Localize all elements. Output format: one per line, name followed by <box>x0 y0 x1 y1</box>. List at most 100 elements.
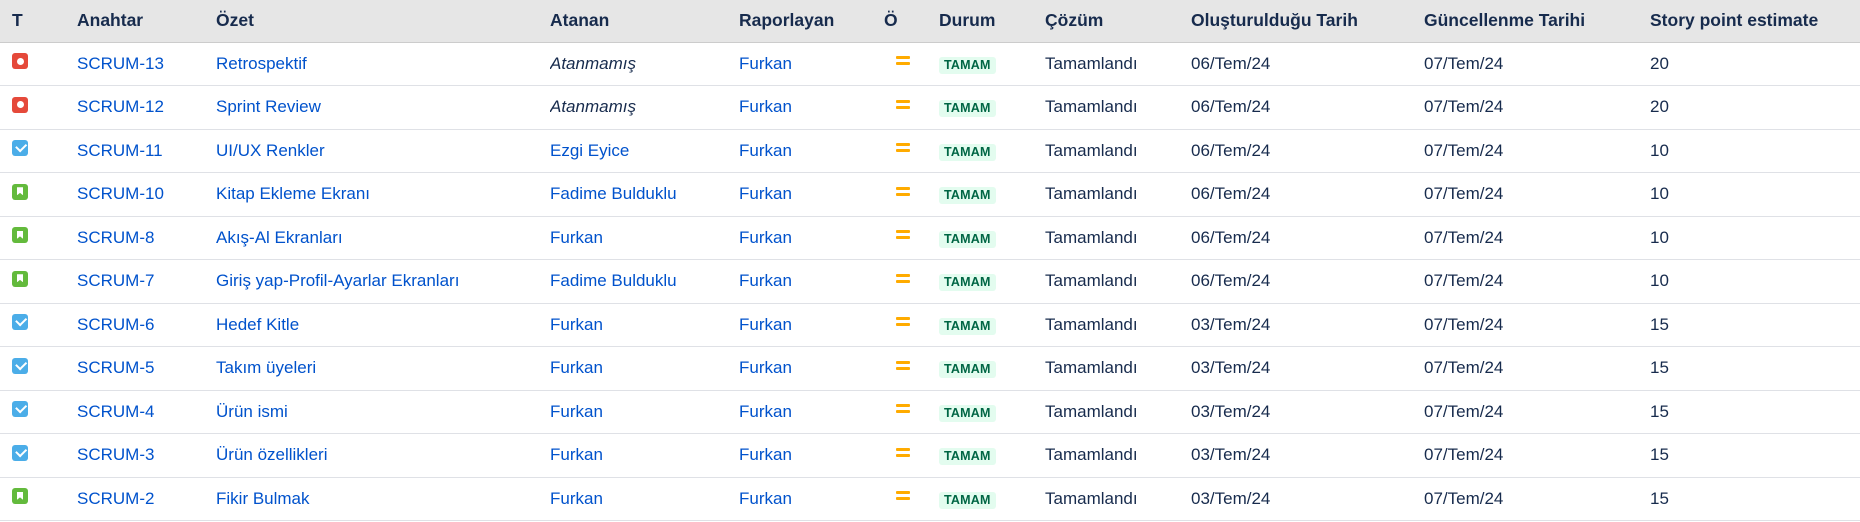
table-row[interactable]: SCRUM-6 Hedef Kitle Furkan Furkan TAMAM … <box>0 303 1860 347</box>
issue-key-link[interactable]: SCRUM-13 <box>77 54 164 73</box>
updated-cell: 07/Tem/24 <box>1424 42 1650 86</box>
assignee-value[interactable]: Ezgi Eyice <box>550 141 629 160</box>
column-header-priority[interactable]: Ö <box>884 0 939 43</box>
column-header-type[interactable]: T <box>0 0 77 43</box>
assignee-value[interactable]: Fadime Bulduklu <box>550 271 677 290</box>
priority-medium-icon <box>896 273 910 284</box>
issue-summary-link[interactable]: UI/UX Renkler <box>216 141 325 160</box>
column-header-status[interactable]: Durum <box>939 0 1045 43</box>
assignee-value[interactable]: Furkan <box>550 228 603 247</box>
bug-icon[interactable] <box>12 96 28 113</box>
issue-key-link[interactable]: SCRUM-4 <box>77 402 154 421</box>
reporter-link[interactable]: Furkan <box>739 315 792 334</box>
assignee-value[interactable]: Fadime Bulduklu <box>550 184 677 203</box>
issue-key-link[interactable]: SCRUM-6 <box>77 315 154 334</box>
table-row[interactable]: SCRUM-11 UI/UX Renkler Ezgi Eyice Furkan… <box>0 129 1860 173</box>
reporter-link[interactable]: Furkan <box>739 402 792 421</box>
status-cell: TAMAM <box>939 216 1045 260</box>
issue-key-link[interactable]: SCRUM-2 <box>77 489 154 508</box>
column-header-reporter[interactable]: Raporlayan <box>739 0 884 43</box>
reporter-link[interactable]: Furkan <box>739 358 792 377</box>
table-row[interactable]: SCRUM-2 Fikir Bulmak Furkan Furkan TAMAM… <box>0 477 1860 521</box>
story-icon[interactable] <box>12 270 28 287</box>
reporter-link[interactable]: Furkan <box>739 228 792 247</box>
table-row[interactable]: SCRUM-5 Takım üyeleri Furkan Furkan TAMA… <box>0 346 1860 391</box>
issue-key-link[interactable]: SCRUM-3 <box>77 445 154 464</box>
reporter-link[interactable]: Furkan <box>739 141 792 160</box>
table-row[interactable]: SCRUM-8 Akış-Al Ekranları Furkan Furkan … <box>0 216 1860 260</box>
story-icon[interactable] <box>12 183 28 200</box>
column-header-assignee[interactable]: Atanan <box>550 0 739 43</box>
issue-summary-link[interactable]: Giriş yap-Profil-Ayarlar Ekranları <box>216 271 459 290</box>
assignee-value[interactable]: Furkan <box>550 445 603 464</box>
bug-icon[interactable] <box>12 53 28 70</box>
issue-summary-link[interactable]: Hedef Kitle <box>216 315 299 334</box>
key-cell: SCRUM-5 <box>77 346 216 391</box>
priority-medium-icon <box>896 99 910 110</box>
issue-summary-link[interactable]: Akış-Al Ekranları <box>216 228 343 247</box>
task-icon[interactable] <box>12 357 28 374</box>
reporter-cell: Furkan <box>739 129 884 173</box>
reporter-link[interactable]: Furkan <box>739 489 792 508</box>
task-icon[interactable] <box>12 401 28 418</box>
created-date: 03/Tem/24 <box>1191 314 1271 334</box>
table-row[interactable]: SCRUM-7 Giriş yap-Profil-Ayarlar Ekranla… <box>0 259 1860 304</box>
assignee-value[interactable]: Furkan <box>550 489 603 508</box>
table-row[interactable]: SCRUM-10 Kitap Ekleme Ekranı Fadime Buld… <box>0 172 1860 217</box>
priority-cell <box>884 477 939 521</box>
summary-cell: UI/UX Renkler <box>216 129 550 173</box>
updated-date: 07/Tem/24 <box>1424 53 1504 73</box>
reporter-link[interactable]: Furkan <box>739 97 792 116</box>
reporter-link[interactable]: Furkan <box>739 184 792 203</box>
issue-key-link[interactable]: SCRUM-10 <box>77 184 164 203</box>
assignee-value[interactable]: Atanmamış <box>550 54 636 73</box>
priority-medium-icon <box>896 360 910 371</box>
column-header-updated[interactable]: Güncellenme Tarihi <box>1424 0 1650 43</box>
status-badge: TAMAM <box>939 187 996 205</box>
reporter-link[interactable]: Furkan <box>739 54 792 73</box>
task-icon[interactable] <box>12 314 28 331</box>
column-header-story-points[interactable]: Story point estimate <box>1650 0 1860 43</box>
table-row[interactable]: SCRUM-3 Ürün özellikleri Furkan Furkan T… <box>0 433 1860 478</box>
story-points-value: 15 <box>1650 401 1669 421</box>
issue-key-link[interactable]: SCRUM-8 <box>77 228 154 247</box>
assignee-value[interactable]: Atanmamış <box>550 97 636 116</box>
issue-summary-link[interactable]: Ürün özellikleri <box>216 445 327 464</box>
created-date: 03/Tem/24 <box>1191 488 1271 508</box>
reporter-link[interactable]: Furkan <box>739 271 792 290</box>
assignee-value[interactable]: Furkan <box>550 315 603 334</box>
issue-key-link[interactable]: SCRUM-7 <box>77 271 154 290</box>
issue-summary-link[interactable]: Retrospektif <box>216 54 307 73</box>
issue-summary-link[interactable]: Sprint Review <box>216 97 321 116</box>
issue-summary-link[interactable]: Kitap Ekleme Ekranı <box>216 184 370 203</box>
issue-key-link[interactable]: SCRUM-11 <box>77 141 163 160</box>
table-row[interactable]: SCRUM-12 Sprint Review Atanmamış Furkan … <box>0 85 1860 130</box>
table-row[interactable]: SCRUM-13 Retrospektif Atanmamış Furkan T… <box>0 42 1860 86</box>
issue-key-link[interactable]: SCRUM-12 <box>77 97 164 116</box>
issue-key-link[interactable]: SCRUM-5 <box>77 358 154 377</box>
status-cell: TAMAM <box>939 85 1045 130</box>
column-header-summary[interactable]: Özet <box>216 0 550 43</box>
table-row[interactable]: SCRUM-4 Ürün ismi Furkan Furkan TAMAM Ta… <box>0 390 1860 434</box>
column-header-created[interactable]: Oluşturulduğu Tarih <box>1191 0 1424 43</box>
updated-date: 07/Tem/24 <box>1424 227 1504 247</box>
column-header-key[interactable]: Anahtar <box>77 0 216 43</box>
issue-summary-link[interactable]: Fikir Bulmak <box>216 489 310 508</box>
table-header: T Anahtar Özet Atanan Raporlayan Ö Durum… <box>0 0 1860 43</box>
task-icon[interactable] <box>12 444 28 461</box>
story-icon[interactable] <box>12 488 28 505</box>
resolution-cell: Tamamlandı <box>1045 259 1191 304</box>
issue-summary-link[interactable]: Takım üyeleri <box>216 358 316 377</box>
story-points-cell: 15 <box>1650 346 1860 391</box>
header-row: T Anahtar Özet Atanan Raporlayan Ö Durum… <box>0 0 1860 43</box>
task-icon[interactable] <box>12 140 28 157</box>
assignee-value[interactable]: Furkan <box>550 358 603 377</box>
summary-cell: Ürün ismi <box>216 390 550 434</box>
issue-summary-link[interactable]: Ürün ismi <box>216 402 288 421</box>
reporter-link[interactable]: Furkan <box>739 445 792 464</box>
story-icon[interactable] <box>12 227 28 244</box>
type-cell <box>0 303 77 347</box>
summary-cell: Ürün özellikleri <box>216 433 550 478</box>
column-header-resolution[interactable]: Çözüm <box>1045 0 1191 43</box>
assignee-value[interactable]: Furkan <box>550 402 603 421</box>
